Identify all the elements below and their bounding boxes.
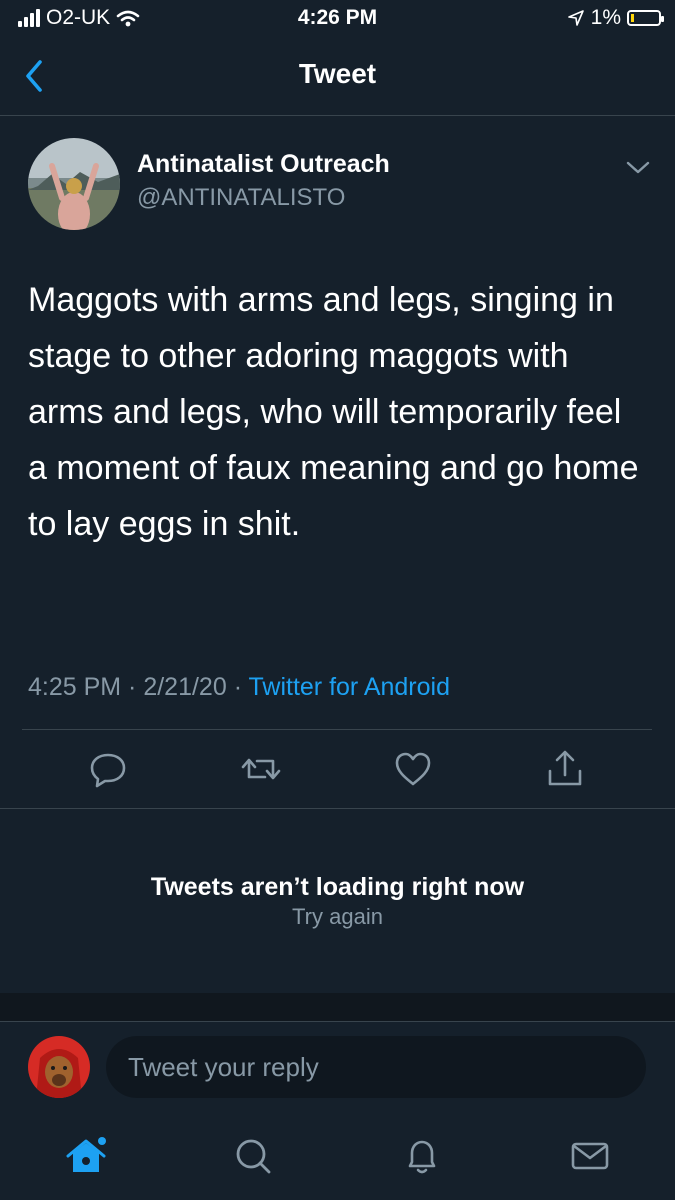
meta-separator: · bbox=[226, 673, 249, 701]
share-icon[interactable] bbox=[541, 745, 589, 793]
heart-icon[interactable] bbox=[389, 745, 437, 793]
top-navigation-bar: Tweet bbox=[0, 40, 675, 116]
tweet-text: Maggots with arms and legs, singing in s… bbox=[28, 281, 639, 543]
user-avatar[interactable] bbox=[28, 1036, 90, 1098]
reply-input[interactable]: Tweet your reply bbox=[106, 1036, 646, 1098]
chevron-down-icon[interactable] bbox=[624, 158, 652, 178]
retweet-icon[interactable] bbox=[237, 745, 285, 793]
try-again-button[interactable]: Try again bbox=[0, 904, 675, 930]
page-title: Tweet bbox=[298, 58, 377, 89]
tweet-actions bbox=[0, 745, 675, 795]
divider bbox=[22, 729, 652, 730]
battery-icon bbox=[627, 10, 664, 26]
mail-icon[interactable] bbox=[566, 1132, 614, 1180]
divider bbox=[0, 808, 675, 809]
status-right: 1% bbox=[567, 6, 664, 30]
tweet-meta: 4:25 PM · 2/21/20 · Twitter for Android bbox=[28, 673, 450, 702]
author-avatar[interactable] bbox=[28, 138, 120, 230]
status-bar: O2-UK 4:26 PM 1% bbox=[0, 0, 675, 40]
author-handle[interactable]: @ANTINATALISTO bbox=[137, 184, 345, 212]
tweet-date: 2/21/20 bbox=[143, 673, 227, 701]
tweet-source-link[interactable]: Twitter for Android bbox=[249, 673, 450, 701]
bell-icon[interactable] bbox=[398, 1132, 446, 1180]
tweet-time: 4:25 PM bbox=[28, 673, 122, 701]
search-icon[interactable] bbox=[229, 1132, 277, 1180]
bottom-tab-bar bbox=[0, 1112, 675, 1200]
author-name[interactable]: Antinatalist Outreach bbox=[137, 150, 390, 179]
comment-icon[interactable] bbox=[84, 745, 132, 793]
section-separator bbox=[0, 993, 675, 1022]
battery-percent: 1% bbox=[590, 6, 621, 29]
home-icon[interactable] bbox=[62, 1132, 110, 1180]
meta-separator: · bbox=[121, 673, 144, 701]
location-arrow-icon bbox=[567, 10, 584, 26]
error-message: Tweets aren’t loading right now bbox=[150, 873, 525, 901]
